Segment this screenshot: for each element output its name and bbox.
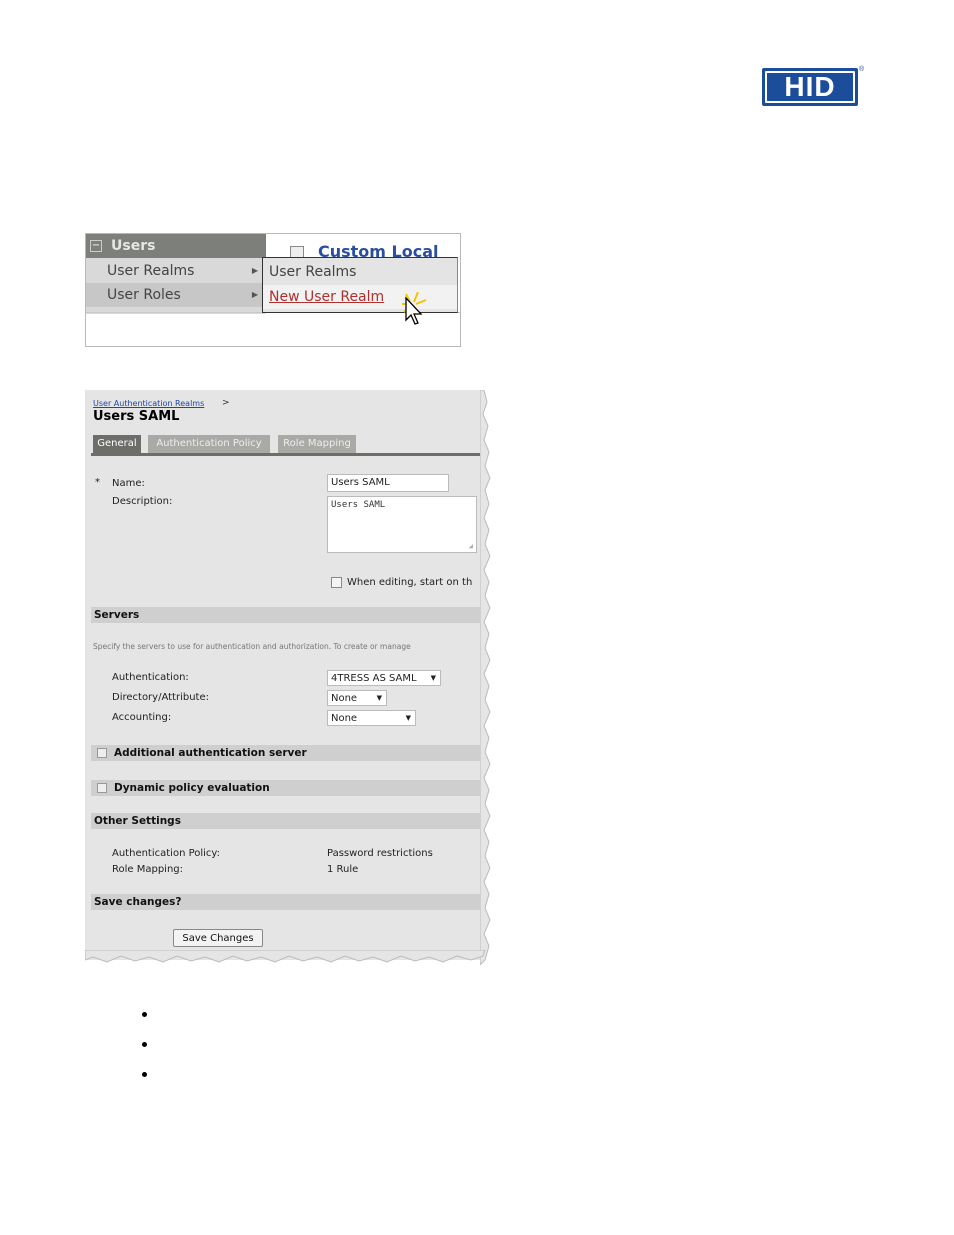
dropdown-arrow-icon: ▼	[405, 714, 411, 722]
accounting-label: Accounting:	[112, 712, 172, 723]
menu-screenshot: Custom Local − Users User Realms ▶ User …	[85, 233, 461, 347]
breadcrumb-link[interactable]: User Authentication Realms	[93, 399, 204, 408]
realm-form-screenshot: User Authentication Realms > Users SAML …	[85, 390, 482, 960]
submenu-arrow-icon: ▶	[251, 266, 258, 275]
hid-logo: HID	[762, 68, 858, 106]
description-text: Users SAML	[331, 500, 386, 510]
background-page-title: Custom Local	[318, 242, 439, 258]
description-textarea[interactable]: Users SAML ◢	[327, 496, 477, 553]
directory-attribute-select[interactable]: None ▼	[327, 690, 387, 706]
servers-hint: Specify the servers to use for authentic…	[93, 642, 411, 651]
additional-auth-checkbox[interactable]	[97, 748, 107, 758]
accounting-select[interactable]: None ▼	[327, 710, 416, 726]
users-menu-header[interactable]: − Users	[86, 234, 266, 258]
auth-policy-value: Password restrictions	[327, 848, 433, 859]
directory-attribute-label: Directory/Attribute:	[112, 692, 209, 703]
dropdown-arrow-icon: ▼	[376, 694, 382, 702]
tab-authentication-policy[interactable]: Authentication Policy	[148, 435, 270, 453]
authentication-select[interactable]: 4TRESS AS SAML ▼	[327, 670, 441, 686]
section-additional-auth-server[interactable]: Additional authentication server	[91, 745, 482, 761]
menu-item-user-realms[interactable]: User Realms ▶	[86, 259, 262, 283]
section-save-changes: Save changes?	[91, 894, 482, 910]
role-mapping-label: Role Mapping:	[112, 864, 184, 875]
name-input[interactable]: Users SAML	[327, 474, 449, 492]
logo-text: HID	[784, 71, 836, 102]
section-other-settings: Other Settings	[91, 813, 482, 829]
menu-item-user-roles[interactable]: User Roles ▶	[86, 283, 262, 307]
tabs-underline	[91, 453, 482, 456]
save-changes-button[interactable]: Save Changes	[173, 929, 263, 947]
logo-registered-mark: ®	[859, 66, 865, 73]
submenu-arrow-icon: ▶	[251, 290, 258, 299]
mouse-cursor-icon	[402, 292, 427, 325]
breadcrumb-separator: >	[222, 398, 230, 408]
auth-policy-label: Authentication Policy:	[112, 848, 220, 859]
bullet-point	[142, 1042, 147, 1047]
torn-edge-bottom	[85, 950, 486, 963]
description-label: Description:	[112, 496, 173, 507]
bullet-point	[142, 1012, 147, 1017]
bullet-point	[142, 1072, 147, 1077]
edit-option-checkbox[interactable]	[331, 577, 342, 588]
section-servers: Servers	[91, 607, 482, 623]
submenu-item-user-realms[interactable]: User Realms	[263, 260, 457, 284]
dynamic-policy-checkbox[interactable]	[97, 783, 107, 793]
dropdown-arrow-icon: ▼	[430, 674, 436, 682]
required-mark: *	[95, 477, 100, 488]
torn-edge-right	[480, 390, 491, 965]
name-label: Name:	[112, 478, 145, 489]
page-title: Users SAML	[93, 409, 180, 424]
role-mapping-value: 1 Rule	[327, 864, 359, 875]
users-menu: − Users User Realms ▶ User Roles ▶	[86, 234, 266, 314]
section-dynamic-policy[interactable]: Dynamic policy evaluation	[91, 780, 482, 796]
resize-grip-icon[interactable]: ◢	[469, 542, 473, 550]
authentication-label: Authentication:	[112, 672, 189, 683]
edit-option-label: When editing, start on th	[347, 577, 473, 588]
collapse-icon[interactable]: −	[90, 240, 102, 252]
tab-general[interactable]: General	[93, 435, 141, 453]
tab-role-mapping[interactable]: Role Mapping	[278, 435, 356, 453]
